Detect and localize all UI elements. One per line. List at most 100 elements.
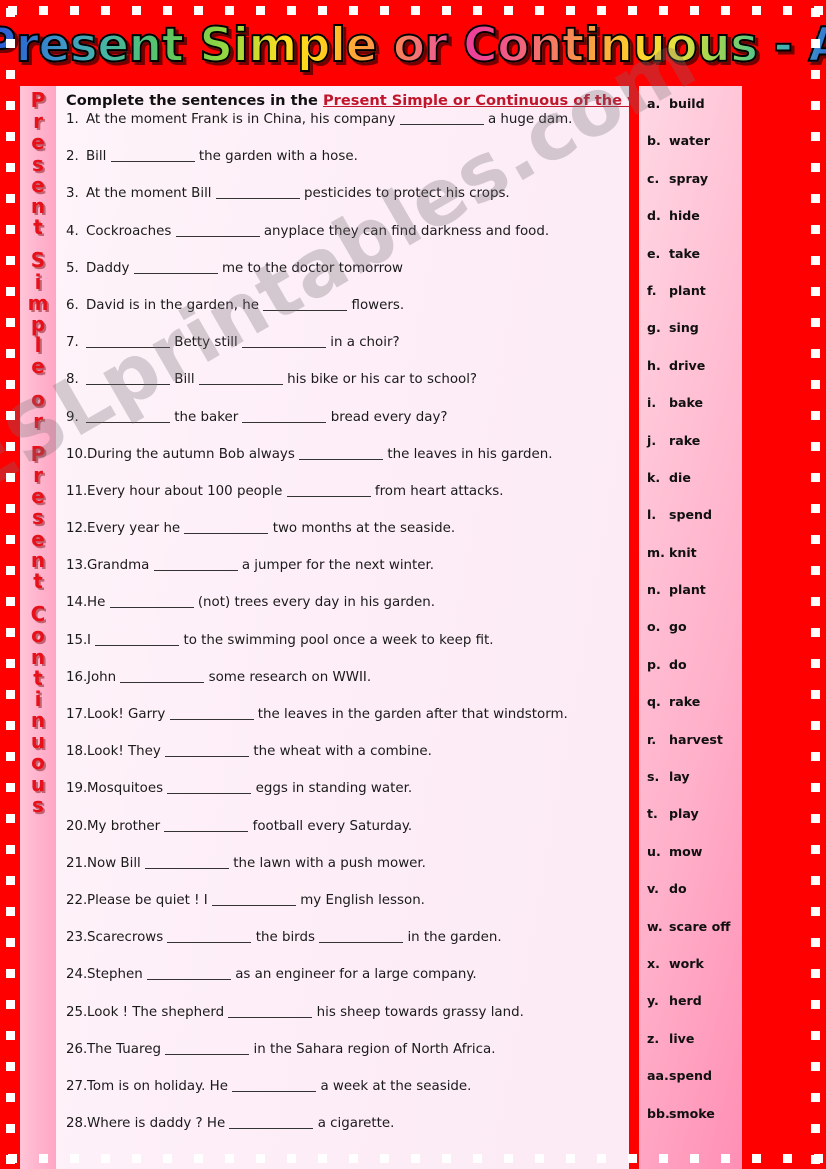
question-text: Betty still in a choir? — [86, 335, 621, 350]
verb-bank-key: g. — [647, 320, 661, 336]
verb-bank-item[interactable]: c. spray — [647, 171, 742, 208]
question-text-pre: Look! They — [87, 744, 166, 760]
verb-bank-item[interactable]: m. knit — [647, 545, 742, 582]
verb-bank-item[interactable]: z. live — [647, 1031, 742, 1068]
frame-dot — [811, 225, 820, 234]
frame-dot — [6, 1000, 15, 1009]
question-text: Please be quiet ! I my English lesson. — [87, 893, 621, 908]
verb-bank-item[interactable]: s. lay — [647, 769, 742, 806]
answer-blank[interactable] — [167, 781, 252, 795]
answer-blank[interactable] — [146, 967, 231, 981]
verb-bank-key: aa. — [647, 1068, 669, 1084]
answer-blank[interactable] — [229, 1116, 314, 1130]
answer-blank[interactable] — [165, 744, 250, 758]
verb-bank-item[interactable]: d. hide — [647, 208, 742, 245]
question-number: 16. — [66, 669, 88, 685]
frame-dot — [811, 535, 820, 544]
instruction-line: Complete the sentences in the Present Si… — [66, 91, 629, 111]
question-text-pre: Look ! The shepherd — [87, 1004, 229, 1020]
vertical-title-letter: m — [27, 290, 49, 315]
answer-blank[interactable] — [399, 112, 484, 125]
vertical-title-letter: r — [33, 109, 43, 134]
verb-bank-item[interactable]: o. go — [647, 619, 742, 656]
frame-dot — [811, 1093, 820, 1102]
verb-bank-item[interactable]: y. herd — [647, 993, 742, 1030]
answer-blank[interactable] — [153, 558, 238, 572]
answer-blank[interactable] — [263, 298, 348, 311]
question-text-pre: Bill — [86, 149, 111, 165]
question-row: 7. Betty still in a choir? — [66, 335, 621, 372]
answer-blank[interactable] — [215, 186, 300, 200]
answer-blank[interactable] — [242, 335, 327, 349]
verb-bank-item[interactable]: g. sing — [647, 320, 742, 357]
verb-bank-key: h. — [647, 357, 661, 373]
question-row: 5. Daddy me to the doctor tomorrow — [66, 261, 621, 298]
question-number: 1. — [66, 112, 79, 127]
answer-blank[interactable] — [120, 670, 205, 683]
question-number: 6. — [66, 297, 79, 313]
question-text-post: from heart attacks. — [370, 483, 504, 499]
verb-bank-key: f. — [647, 282, 657, 298]
frame-dot — [811, 690, 820, 699]
answer-blank[interactable] — [167, 930, 252, 944]
answer-blank[interactable] — [286, 484, 371, 497]
question-text: The Tuareg in the Sahara region of North… — [87, 1042, 621, 1057]
verb-bank-item[interactable]: t. play — [647, 806, 742, 843]
question-text-post: my English lesson. — [296, 892, 425, 908]
answer-blank[interactable] — [232, 1079, 317, 1092]
answer-blank[interactable] — [212, 893, 296, 906]
verb-bank-item[interactable]: aa. spend — [647, 1068, 742, 1105]
answer-blank[interactable] — [133, 261, 218, 274]
verb-bank-item[interactable]: i. bake — [647, 395, 742, 432]
answer-blank[interactable] — [145, 856, 230, 869]
question-text: John some research on WWII. — [87, 670, 621, 685]
answer-blank[interactable] — [110, 149, 195, 163]
answer-blank[interactable] — [198, 372, 283, 386]
verb-bank-item[interactable]: v. do — [647, 881, 742, 918]
question-text-mid: the birds — [251, 930, 320, 946]
question-text: During the autumn Bob always the leaves … — [87, 447, 621, 462]
answer-blank[interactable] — [165, 1042, 250, 1055]
verb-bank-item[interactable]: p. do — [647, 657, 742, 694]
question-text-pre: Every year he — [87, 521, 185, 537]
question-text-pre: Tom is on holiday. He — [87, 1078, 233, 1094]
verb-bank-item[interactable]: e. take — [647, 246, 742, 283]
question-text-post: pesticides to protect his crops. — [299, 186, 510, 202]
verb-bank-item[interactable]: r. harvest — [647, 732, 742, 769]
verb-bank-item[interactable]: n. plant — [647, 582, 742, 619]
answer-blank[interactable] — [86, 335, 170, 349]
verb-bank-item[interactable]: q. rake — [647, 694, 742, 731]
answer-blank[interactable] — [319, 930, 404, 944]
verb-bank-item[interactable]: bb. smoke — [647, 1106, 742, 1143]
answer-blank[interactable] — [299, 447, 384, 460]
answer-blank[interactable] — [109, 595, 194, 609]
answer-blank[interactable] — [164, 819, 249, 832]
verb-bank-item[interactable]: j. rake — [647, 433, 742, 470]
verb-bank-word: do — [669, 881, 687, 897]
verb-bank-item[interactable]: b. water — [647, 133, 742, 170]
verb-bank-item[interactable]: l. spend — [647, 507, 742, 544]
question-text-pre: Stephen — [87, 967, 147, 983]
answer-blank[interactable] — [184, 521, 269, 535]
verb-bank-item[interactable]: k. die — [647, 470, 742, 507]
question-text: Look ! The shepherd his sheep towards gr… — [87, 1005, 621, 1020]
answer-blank[interactable] — [86, 410, 170, 423]
vertical-title-letter: s — [32, 792, 44, 817]
answer-blank[interactable] — [242, 410, 327, 423]
question-text-mid: Bill — [170, 372, 199, 388]
answer-blank[interactable] — [86, 372, 170, 386]
frame-dot — [6, 845, 15, 854]
verb-bank-item[interactable]: f. plant — [647, 283, 742, 320]
verb-bank-item[interactable]: a. build — [647, 96, 742, 133]
answer-blank[interactable] — [175, 224, 260, 237]
frame-dot — [6, 101, 15, 110]
verb-bank-item[interactable]: u. mow — [647, 844, 742, 881]
answer-blank[interactable] — [95, 633, 180, 646]
verb-bank-item[interactable]: h. drive — [647, 358, 742, 395]
verb-bank-item[interactable]: w. scare off — [647, 919, 742, 956]
verb-bank-word: mow — [669, 843, 703, 859]
answer-blank[interactable] — [228, 1005, 313, 1018]
answer-blank[interactable] — [169, 707, 254, 720]
verb-bank-word: drive — [669, 357, 706, 373]
verb-bank-item[interactable]: x. work — [647, 956, 742, 993]
